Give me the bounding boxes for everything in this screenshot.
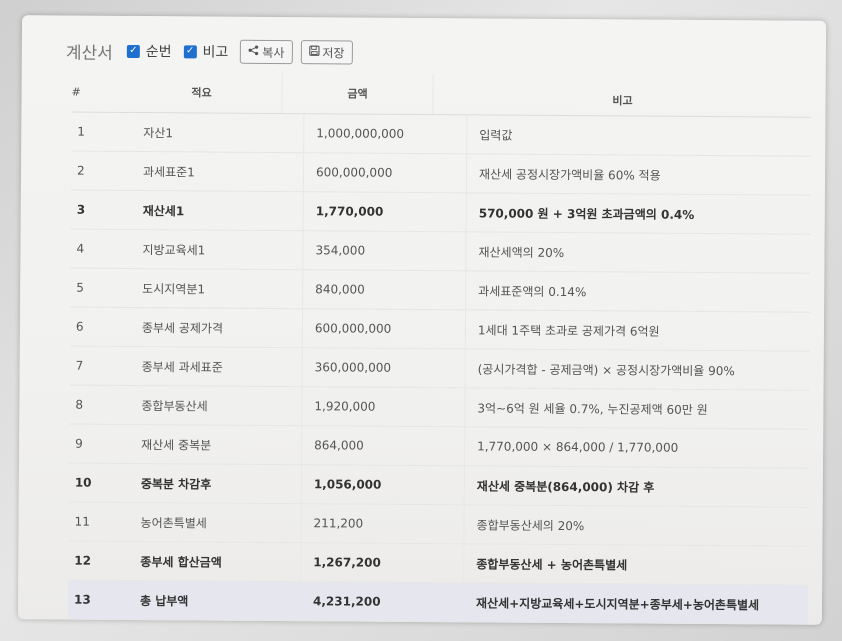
checkbox-label: 비고 [202,44,229,61]
row-note: 570,000 원 + 3억원 초과금액의 0.4% [478,205,695,222]
header-amount: 금액 [282,73,434,115]
row-num: 10 [74,475,92,490]
row-amount: 360,000,000 [302,348,466,388]
save-button-label: 저장 [322,45,345,60]
row-note: 재산세액의 20% [478,244,565,260]
copy-button[interactable]: 복사 [240,39,293,65]
row-note: 과세표준액의 0.14% [478,283,587,299]
row-item: 종부세 합산금액 [124,541,302,582]
toolbar: 계산서 ✓ 순번 ✓ 비고 복사 저장 [66,36,353,68]
table-row: 5 도시지역분1 840,000 과세표준액의 0.14% [70,268,811,313]
screen: 계산서 ✓ 순번 ✓ 비고 복사 저장 # 적요 금액 비고 1 자산1 1,0… [17,15,827,625]
table-row: 8 종합부동산세 1,920,000 3억~6억 원 세율 0.7%, 누진공제액 6… [69,385,810,430]
row-note: (공시가격합 - 공제금액) × 공정시장가액비율 90% [477,361,735,378]
row-note: 재산세+지방교육세+도시지역분+종부세+농어촌특별세 [475,595,760,612]
row-item: 총 납부액 [123,580,302,621]
checkbox-checked-icon[interactable]: ✓ [183,44,197,58]
table-body: 1 자산1 1,000,000,000 입력값 2 과세표준1 600,000,000 재산세… [67,112,812,625]
header-note: 비고 [612,94,633,108]
row-note: 입력값 [479,127,513,143]
table-row: 2 과세표준1 600,000,000 재산세 공정시장가액비율 60% 적용 [70,151,812,196]
row-item: 재산세 중복분 [124,424,303,465]
row-num: 7 [75,358,84,373]
row-num: 8 [75,397,84,412]
table-row: 1 자산1 1,000,000,000 입력값 [71,112,812,157]
copy-button-label: 복사 [262,45,285,60]
row-amount: 864,000 [301,426,466,466]
row-num: 4 [76,241,85,256]
calculation-table: # 적요 금액 비고 1 자산1 1,000,000,000 입력값 2 과세표준1 600… [67,71,812,625]
row-item: 도시지역분1 [126,268,304,309]
row-num: 12 [74,553,92,568]
row-amount: 1,770,000 [303,192,467,232]
row-num: 5 [76,280,84,295]
checkbox-row-number[interactable]: ✓ 순번 [126,41,172,61]
row-note: 재산세 중복분(864,000) 차감 후 [476,478,655,495]
row-item: 종부세 공제가격 [125,307,304,348]
row-amount: 840,000 [303,270,467,310]
save-button[interactable]: 저장 [300,40,353,65]
row-item: 종합부동산세 [125,385,303,426]
row-item: 과세표준1 [126,151,305,192]
floppy-disk-icon [308,45,320,59]
table-row: 12 종부세 합산금액 1,267,200 종합부동산세 + 농어촌특별세 [68,541,809,586]
row-num: 11 [74,514,90,529]
share-icon [248,45,259,59]
checkbox-note[interactable]: ✓ 비고 [183,41,228,61]
row-amount: 4,231,200 [300,582,465,622]
row-item: 지방교육세1 [126,229,304,270]
row-item: 재산세1 [126,190,304,231]
row-num: 13 [73,592,91,607]
row-note: 1세대 1주택 초과로 공제가격 6억원 [477,322,660,339]
row-num: 3 [76,202,86,217]
row-note: 3억~6억 원 세율 0.7%, 누진공제액 60만 원 [477,400,708,417]
table-header: # 적요 금액 비고 [71,71,812,118]
table-row: 3 재산세1 1,770,000 570,000 원 + 3억원 초과금액의 0.4% [70,190,811,235]
row-amount: 1,267,200 [301,543,465,583]
row-amount: 1,056,000 [301,465,465,505]
table-row: 10 중복분 차감후 1,056,000 재산세 중복분(864,000) 차감 후 [68,463,809,508]
table-row: 4 지방교육세1 354,000 재산세액의 20% [70,229,811,274]
table-row: 11 농어촌특별세 211,200 종합부동산세의 20% [68,502,809,547]
row-item: 자산1 [127,112,305,153]
row-num: 2 [76,163,85,178]
row-amount: 1,000,000,000 [304,114,468,154]
row-amount: 211,200 [301,504,465,544]
checkbox-label: 순번 [145,44,172,61]
table-row: 9 재산세 중복분 864,000 1,770,000 × 864,000 / 1,7… [68,424,810,469]
table-row: 6 종부세 공제가격 600,000,000 1세대 1주택 초과로 공제가격 6억원 [69,307,811,352]
page-title: 계산서 [65,43,113,64]
row-num: 1 [77,124,85,139]
row-num: 9 [75,436,83,451]
row-amount: 600,000,000 [302,309,467,349]
row-num: 6 [75,319,84,334]
row-note: 1,770,000 × 864,000 / 1,770,000 [477,439,679,455]
row-note: 재산세 공정시장가액비율 60% 적용 [478,166,661,183]
row-item: 종부세 과세표준 [125,346,303,387]
header-item: 적요 [121,71,283,114]
row-item: 중복분 차감후 [124,463,302,504]
row-amount: 354,000 [303,231,467,271]
row-item: 농어촌특별세 [124,502,302,543]
row-note: 종합부동산세의 20% [476,517,585,533]
row-amount: 1,920,000 [302,387,466,427]
header-num: # [71,85,81,99]
row-note: 종합부동산세 + 농어촌특별세 [476,556,628,572]
checkbox-checked-icon[interactable]: ✓ [126,44,140,58]
table-row: 7 종부세 과세표준 360,000,000 (공시가격합 - 공제금액) × 공정시… [69,346,810,391]
row-amount: 600,000,000 [303,153,468,193]
table-row: 13 총 납부액 4,231,200 재산세+지방교육세+도시지역분+종부세+농어촌특… [67,580,809,625]
